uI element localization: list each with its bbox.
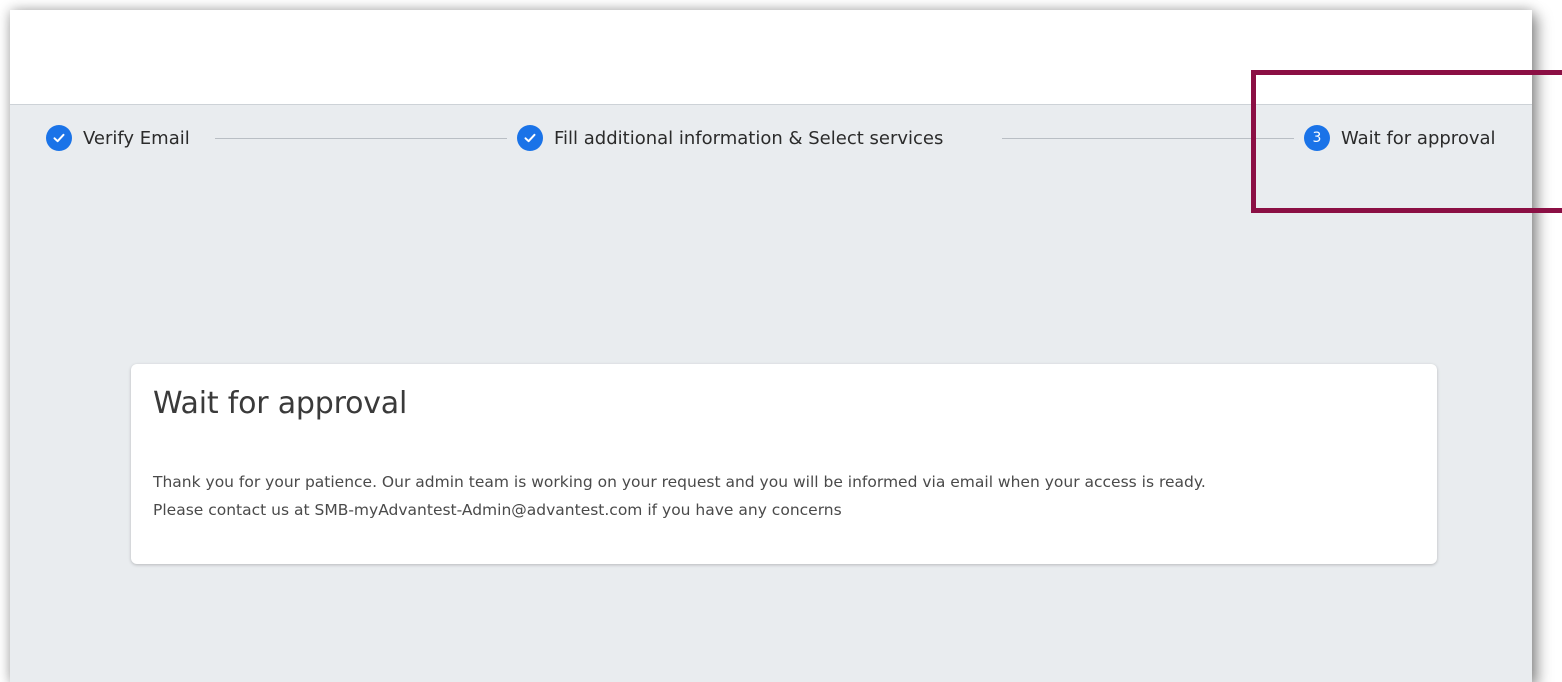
card-title: Wait for approval [153, 386, 408, 421]
header-bar [10, 10, 1532, 105]
step-fill-info: Fill additional information & Select ser… [517, 124, 943, 152]
check-icon [46, 125, 72, 151]
step-verify-email: Verify Email [46, 124, 190, 152]
step-connector [215, 138, 507, 139]
approval-card: Wait for approval Thank you for your pat… [131, 364, 1437, 564]
step-connector [1002, 138, 1294, 139]
card-message-line: Thank you for your patience. Our admin t… [153, 473, 1206, 491]
step-wait-for-approval: 3 Wait for approval [1304, 124, 1496, 152]
step-number: 3 [1312, 130, 1322, 146]
step-label: Fill additional information & Select ser… [554, 127, 944, 149]
card-message: Thank you for your patience. Our admin t… [153, 468, 1423, 524]
card-message-line: Please contact us at SMB-myAdvantest-Adm… [153, 501, 842, 519]
check-icon [517, 125, 543, 151]
progress-stepper: Verify Email Fill additional information… [10, 105, 1532, 177]
step-number-badge: 3 [1304, 125, 1330, 151]
step-label: Wait for approval [1341, 127, 1496, 149]
step-label: Verify Email [83, 127, 190, 149]
app-window: Verify Email Fill additional information… [10, 10, 1532, 682]
